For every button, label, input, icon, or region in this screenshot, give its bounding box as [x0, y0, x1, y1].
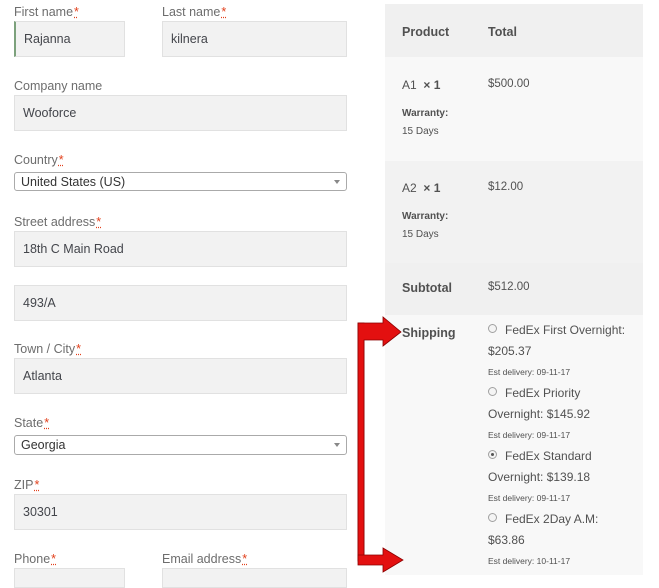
required-mark: *: [74, 5, 79, 19]
item-meta-label: Warranty:: [402, 211, 449, 222]
shipping-option-line1: FedEx Priority: [505, 386, 581, 400]
item-meta-value: 15 Days: [402, 126, 439, 137]
street-line2-value: 493/A: [23, 296, 56, 310]
email-input[interactable]: [162, 568, 347, 588]
phone-label-text: Phone: [14, 552, 51, 566]
shipping-option-delivery: Est delivery: 09-11-17: [488, 493, 571, 503]
zip-value: 30301: [23, 505, 58, 519]
column-header-product: Product: [402, 25, 450, 39]
last-name-value: kilnera: [171, 32, 208, 46]
chevron-down-icon: [334, 443, 340, 447]
shipping-radio[interactable]: [488, 324, 497, 333]
state-select[interactable]: Georgia: [14, 435, 347, 455]
subtotal-value: $512.00: [488, 281, 530, 293]
city-input[interactable]: Atlanta: [14, 358, 347, 394]
item-name-text: A2: [402, 181, 417, 195]
state-value: Georgia: [21, 438, 66, 452]
first-name-value: Rajanna: [24, 32, 71, 46]
state-label: State*: [14, 416, 49, 430]
street-line1-value: 18th C Main Road: [23, 242, 124, 256]
required-mark: *: [58, 153, 64, 167]
shipping-option-delivery: Est delivery: 10-11-17: [488, 556, 571, 566]
required-mark: *: [221, 5, 227, 19]
last-name-label-text: Last name: [162, 5, 221, 19]
first-name-input[interactable]: Rajanna: [14, 21, 125, 57]
required-mark: *: [76, 342, 82, 356]
shipping-option-line1: FedEx 2Day A.M:: [505, 512, 599, 526]
item-meta-value: 15 Days: [402, 229, 439, 240]
shipping-radio[interactable]: [488, 387, 497, 396]
zip-input[interactable]: 30301: [14, 494, 347, 530]
shipping-option-delivery: Est delivery: 09-11-17: [488, 430, 571, 440]
state-label-text: State: [14, 416, 44, 430]
item-name: A2 × 1: [402, 181, 440, 195]
shipping-radio-selected[interactable]: [488, 450, 497, 459]
order-item-row: A1 × 1 $500.00 Warranty: 15 Days: [385, 57, 643, 161]
street-address-line2-input[interactable]: 493/A: [14, 285, 347, 321]
annotation-arrow-icon: [357, 316, 404, 573]
first-name-label: First name*: [14, 5, 79, 19]
arrow-top-head: [357, 316, 402, 562]
item-name: A1 × 1: [402, 78, 440, 92]
item-qty: × 1: [423, 78, 441, 92]
shipping-option-line2: $205.37: [488, 344, 532, 358]
required-mark: *: [51, 552, 57, 566]
item-meta-label: Warranty:: [402, 108, 449, 119]
shipping-option-line2: Overnight: $145.92: [488, 407, 591, 421]
city-value: Atlanta: [23, 369, 62, 383]
item-price: $12.00: [488, 181, 524, 193]
zip-label: ZIP*: [14, 478, 39, 492]
shipping-option-line2: Overnight: $139.18: [488, 470, 591, 484]
subtotal-row: Subtotal $512.00: [385, 263, 643, 315]
shipping-option-line1: FedEx First Overnight:: [505, 323, 626, 337]
first-name-label-text: First name: [14, 5, 74, 19]
item-qty: × 1: [423, 181, 441, 195]
company-value: Wooforce: [23, 106, 77, 120]
street-label: Street address*: [14, 215, 101, 229]
shipping-option-line1: FedEx Standard: [505, 449, 592, 463]
company-label-text: Company name: [14, 79, 103, 93]
country-value: United States (US): [21, 174, 126, 189]
street-address-line1-input[interactable]: 18th C Main Road: [14, 231, 347, 267]
shipping-option-line2: $63.86: [488, 533, 525, 547]
order-item-row: A2 × 1 $12.00 Warranty: 15 Days: [385, 161, 643, 263]
required-mark: *: [44, 416, 50, 430]
order-table-header: Product Total: [385, 4, 643, 57]
email-label-text: Email address: [162, 552, 242, 566]
arrow-bottom-head: [357, 547, 404, 573]
chevron-down-icon: [334, 180, 340, 184]
phone-input[interactable]: [14, 568, 125, 588]
order-review-table: Product Total A1 × 1 $500.00 Warranty: 1…: [385, 4, 643, 575]
city-label: Town / City*: [14, 342, 81, 356]
street-label-text: Street address: [14, 215, 96, 229]
required-mark: *: [96, 215, 102, 229]
country-select[interactable]: United States (US): [14, 172, 347, 191]
last-name-label: Last name*: [162, 5, 226, 19]
company-input[interactable]: Wooforce: [14, 95, 347, 131]
company-label: Company name: [14, 79, 102, 93]
zip-label-text: ZIP: [14, 478, 34, 492]
item-price: $500.00: [488, 78, 530, 90]
city-label-text: Town / City: [14, 342, 76, 356]
last-name-input[interactable]: kilnera: [162, 21, 347, 57]
shipping-radio[interactable]: [488, 513, 497, 522]
subtotal-label: Subtotal: [402, 281, 452, 295]
country-label-text: Country: [14, 153, 58, 167]
shipping-row: Shipping FedEx First Overnight: $205.37 …: [385, 315, 643, 575]
required-mark: *: [242, 552, 248, 566]
required-mark: *: [34, 478, 40, 492]
email-label: Email address*: [162, 552, 247, 566]
phone-label: Phone*: [14, 552, 56, 566]
country-label: Country*: [14, 153, 64, 167]
column-header-total: Total: [488, 25, 517, 39]
item-name-text: A1: [402, 78, 417, 92]
shipping-option-delivery: Est delivery: 09-11-17: [488, 367, 571, 377]
